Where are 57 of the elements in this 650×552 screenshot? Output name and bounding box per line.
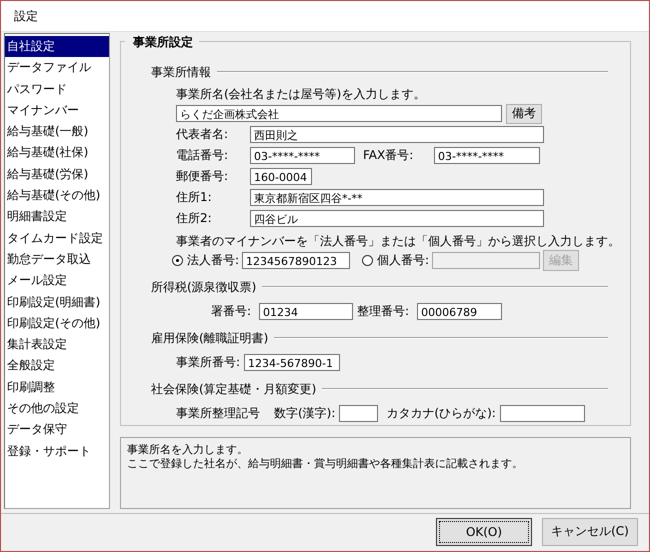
ok-button[interactable]: OK(O) xyxy=(436,518,532,546)
number-field[interactable]: 00006789 xyxy=(417,303,502,320)
field-label: 事業所番号: xyxy=(176,354,240,371)
section-title: 所得税(源泉徴収票) xyxy=(151,278,258,296)
help-text: ここで登録した社名が、給与明細書・賞与明細書や各種集計表に記載されます。 xyxy=(127,457,524,471)
number-field[interactable]: 01234 xyxy=(259,303,354,320)
sidebar-item[interactable]: 印刷設定(その他) xyxy=(5,312,109,334)
address-field[interactable]: 東京都新宿区四谷*-** xyxy=(250,189,544,206)
field-label: 事業所整理記号 xyxy=(176,405,260,422)
instruction-text: 事業所名(会社名または屋号等)を入力します。 xyxy=(176,86,426,103)
sidebar-item[interactable]: 勤怠データ取込 xyxy=(5,248,109,270)
office-number-field[interactable]: 1234-567890-1 xyxy=(244,354,340,371)
corporate-number-field[interactable]: 1234567890123 xyxy=(242,252,350,269)
fax-field[interactable]: 03-****-**** xyxy=(434,147,540,164)
window-title: 設定 xyxy=(14,8,38,24)
memo-button[interactable]: 備考 xyxy=(506,104,542,124)
sidebar-item[interactable]: タイムカード設定 xyxy=(5,228,109,249)
help-text: 事業所名を入力します。 xyxy=(127,443,249,457)
phone-field[interactable]: 03-****-**** xyxy=(250,147,355,164)
field-label: カタカナ(ひらがな): xyxy=(386,405,496,422)
postal-code-field[interactable]: 160-0004 xyxy=(250,168,312,185)
section-title: 社会保険(算定基礎・月額変更) xyxy=(151,380,318,398)
sidebar-item[interactable]: 印刷調整 xyxy=(5,376,109,398)
field-label: 数字(漢字): xyxy=(274,405,336,422)
section-title: 雇用保険(離職証明書) xyxy=(151,330,270,346)
field-label: 署番号: xyxy=(211,303,252,320)
sidebar-item[interactable]: 全般設定 xyxy=(5,355,109,377)
sidebar-item[interactable]: 自社設定 xyxy=(5,36,109,58)
sidebar-item[interactable]: 給与基礎(その他) xyxy=(5,185,109,206)
field-label: 郵便番号: xyxy=(176,168,230,185)
sidebar-item[interactable]: データファイル xyxy=(5,57,109,79)
address-field[interactable]: 四谷ビル xyxy=(250,210,544,227)
field-label: FAX番号: xyxy=(362,147,414,164)
field-label: 住所2: xyxy=(176,210,213,227)
representative-field[interactable]: 西田則之 xyxy=(250,126,544,143)
field-label: 住所1: xyxy=(176,189,213,206)
sidebar-item[interactable]: 給与基礎(社保) xyxy=(5,142,109,164)
company-name-field[interactable]: らくだ企画株式会社 xyxy=(176,105,502,122)
sidebar-item[interactable]: 集計表設定 xyxy=(5,334,109,356)
sidebar-item[interactable]: 給与基礎(労保) xyxy=(5,164,109,186)
instruction-text: 事業者のマイナンバーを「法人番号」または「個人番号」から選択し入力します。 xyxy=(176,233,621,250)
sidebar-item[interactable]: その他の設定 xyxy=(5,398,109,420)
field-label: 電話番号: xyxy=(176,147,230,164)
field-label: 整理番号: xyxy=(357,303,410,320)
field-label: 代表者名: xyxy=(176,126,230,143)
group-title: 事業所設定 xyxy=(125,34,199,51)
section-title: 事業所情報 xyxy=(151,64,212,80)
sidebar-item[interactable]: データ保守 xyxy=(5,419,109,441)
sidebar-item[interactable]: 明細書設定 xyxy=(5,206,109,228)
sidebar-item[interactable]: パスワード xyxy=(5,78,109,100)
sidebar-item[interactable]: 印刷設定(明細書) xyxy=(5,292,109,313)
sidebar-item[interactable]: マイナンバー xyxy=(5,100,109,122)
sidebar-item[interactable]: メール設定 xyxy=(5,270,109,292)
sidebar-item[interactable]: 登録・サポート xyxy=(5,440,109,462)
cancel-button[interactable]: キャンセル(C) xyxy=(542,518,638,546)
sidebar-item[interactable]: 給与基礎(一般) xyxy=(5,121,109,142)
radio-label[interactable]: 法人番号: xyxy=(187,252,240,269)
